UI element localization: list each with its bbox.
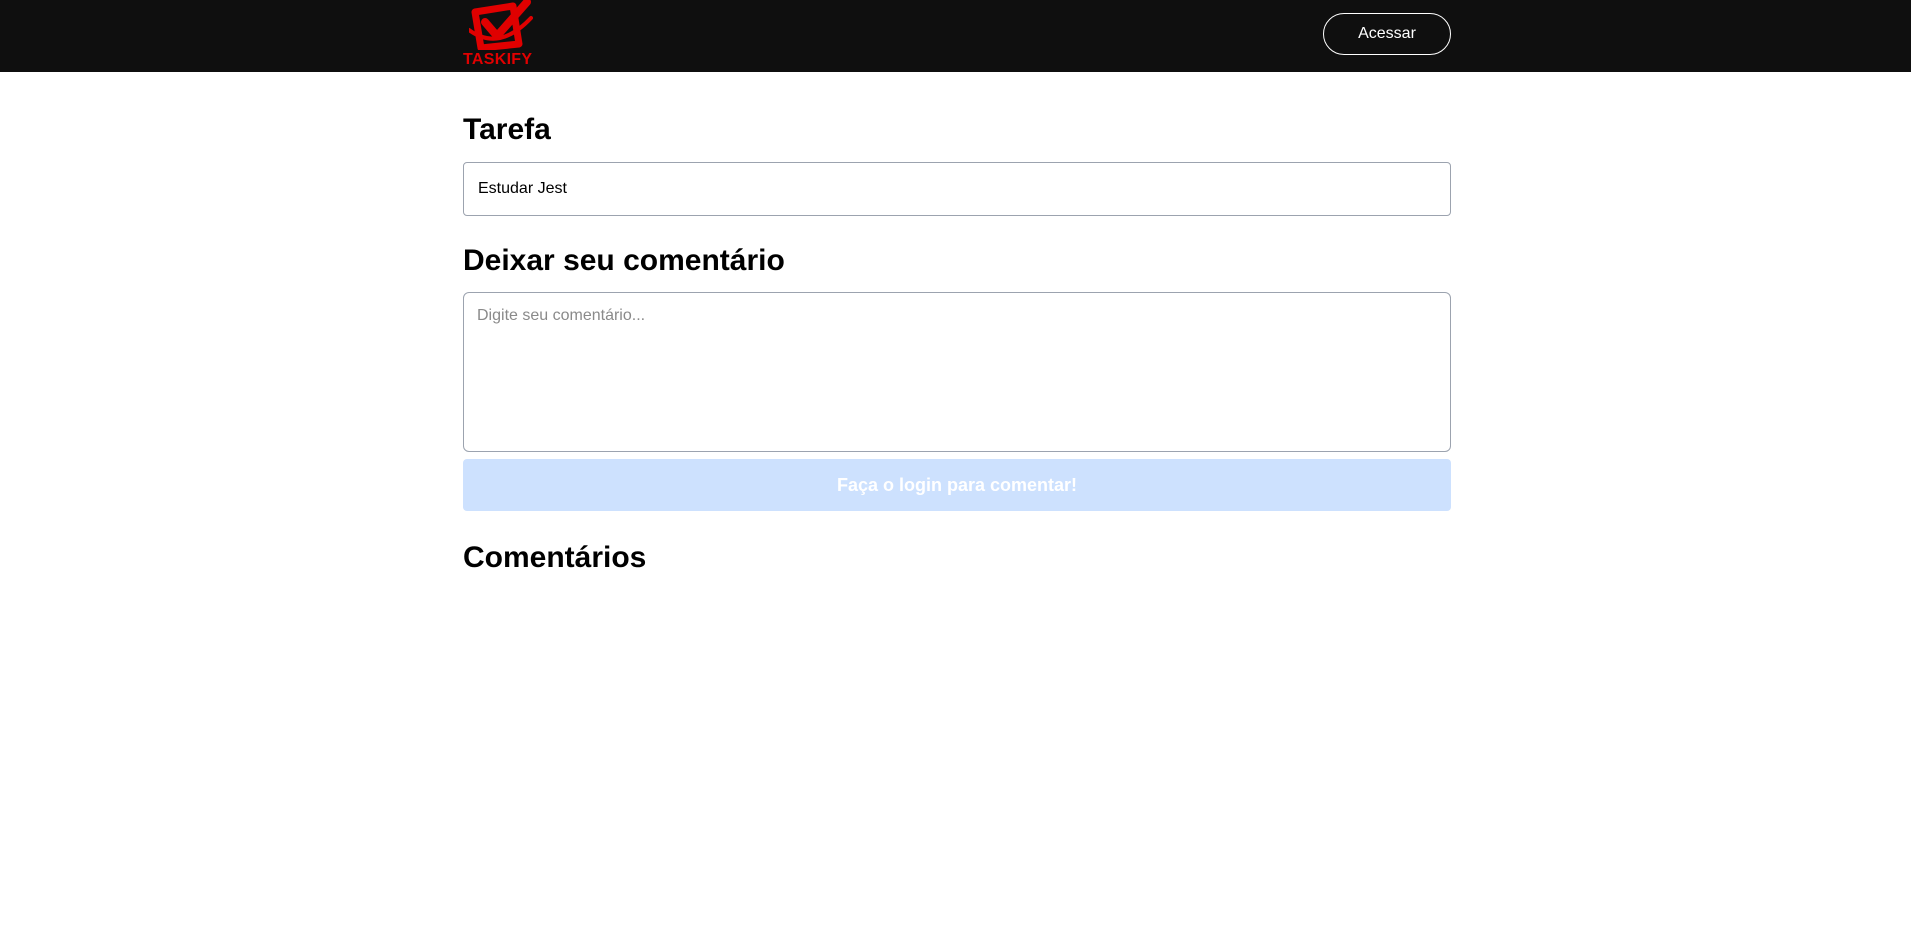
checkbox-check-icon [469,0,533,50]
task-heading: Tarefa [463,113,551,146]
header-container: TASKIFY Acessar [463,0,1451,72]
access-button[interactable]: Acessar [1323,13,1451,55]
login-to-comment-button[interactable]: Faça o login para comentar! [463,459,1451,511]
comment-heading: Deixar seu comentário [463,244,785,277]
task-name-field[interactable] [463,162,1451,216]
top-header: TASKIFY Acessar [0,0,1911,72]
logo-text: TASKIFY [463,51,533,68]
taskify-logo[interactable]: TASKIFY [463,0,543,72]
comment-textarea[interactable] [463,292,1451,452]
comments-heading: Comentários [463,541,647,574]
